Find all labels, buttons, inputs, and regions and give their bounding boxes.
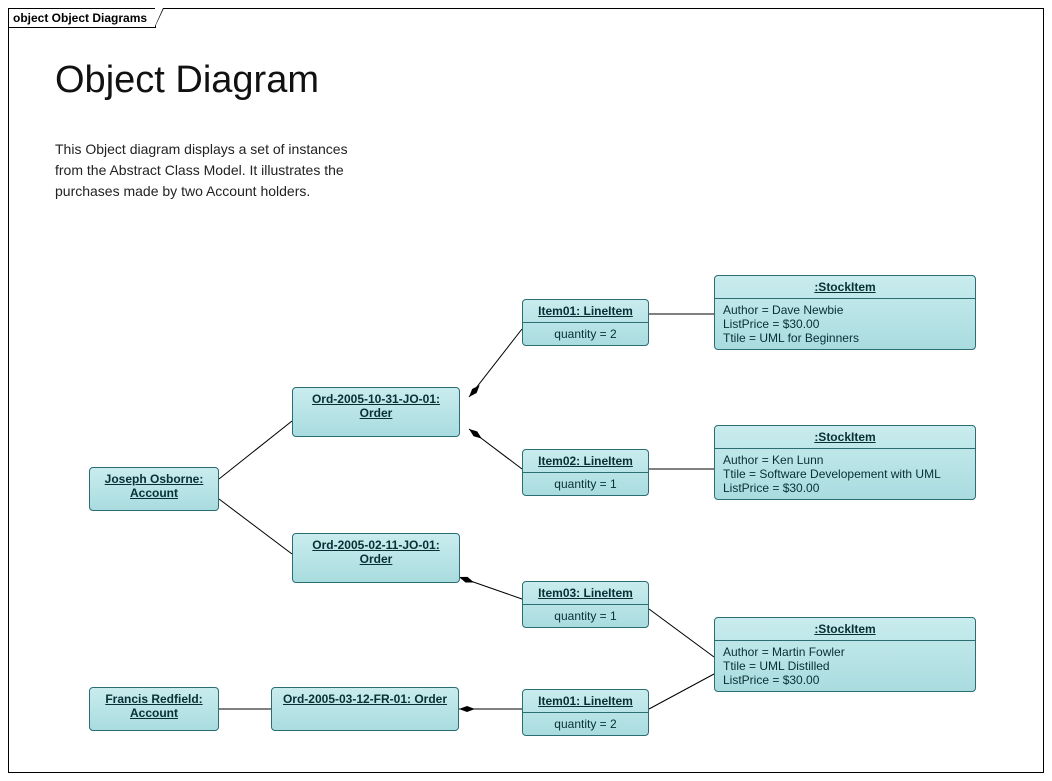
object-header: :StockItem [715,276,975,299]
object-attributes: Author = Ken Lunn Ttile = Software Devel… [715,449,975,499]
object-stockitem-3[interactable]: :StockItem Author = Martin Fowler Ttile … [714,617,976,692]
object-attribute: Author = Ken Lunn [723,453,967,467]
object-attribute: quantity = 2 [523,323,648,345]
object-attribute: Author = Dave Newbie [723,303,967,317]
object-attribute: quantity = 1 [523,605,648,627]
object-header: :StockItem [715,618,975,641]
object-lineitem-3[interactable]: Item03: LineItem quantity = 1 [522,581,649,628]
object-attribute: Author = Martin Fowler [723,645,967,659]
object-attribute: ListPrice = $30.00 [723,673,967,687]
object-header: Ord-2005-10-31-JO-01: Order [293,388,459,424]
object-header: Item03: LineItem [523,582,648,605]
object-header: Ord-2005-02-11-JO-01: Order [293,534,459,570]
object-attribute: ListPrice = $30.00 [723,481,967,495]
object-attribute: Ttile = UML for Beginners [723,331,967,345]
object-header: Joseph Osborne: Account [90,468,218,504]
object-account-joseph[interactable]: Joseph Osborne: Account [89,467,219,511]
object-attribute: ListPrice = $30.00 [723,317,967,331]
object-lineitem-1[interactable]: Item01: LineItem quantity = 2 [522,299,649,346]
object-lineitem-4[interactable]: Item01: LineItem quantity = 2 [522,689,649,736]
diagram-canvas: Joseph Osborne: Account Francis Redfield… [9,9,1043,772]
object-stockitem-2[interactable]: :StockItem Author = Ken Lunn Ttile = Sof… [714,425,976,500]
object-header: Francis Redfield: Account [90,688,218,724]
object-attributes: Author = Dave Newbie ListPrice = $30.00 … [715,299,975,349]
diagram-frame: object Object Diagrams Object Diagram Th… [8,8,1044,773]
object-attributes: Author = Martin Fowler Ttile = UML Disti… [715,641,975,691]
object-order-2[interactable]: Ord-2005-02-11-JO-01: Order [292,533,460,583]
object-order-3[interactable]: Ord-2005-03-12-FR-01: Order [271,687,459,731]
object-header: Item02: LineItem [523,450,648,473]
object-attribute: Ttile = UML Distilled [723,659,967,673]
object-lineitem-2[interactable]: Item02: LineItem quantity = 1 [522,449,649,496]
object-attribute: quantity = 2 [523,713,648,735]
object-stockitem-1[interactable]: :StockItem Author = Dave Newbie ListPric… [714,275,976,350]
object-header: Item01: LineItem [523,300,648,323]
object-order-1[interactable]: Ord-2005-10-31-JO-01: Order [292,387,460,437]
object-account-francis[interactable]: Francis Redfield: Account [89,687,219,731]
object-attribute: quantity = 1 [523,473,648,495]
object-header: Item01: LineItem [523,690,648,713]
object-header: Ord-2005-03-12-FR-01: Order [272,688,458,710]
object-attribute: Ttile = Software Developement with UML [723,467,967,481]
object-header: :StockItem [715,426,975,449]
